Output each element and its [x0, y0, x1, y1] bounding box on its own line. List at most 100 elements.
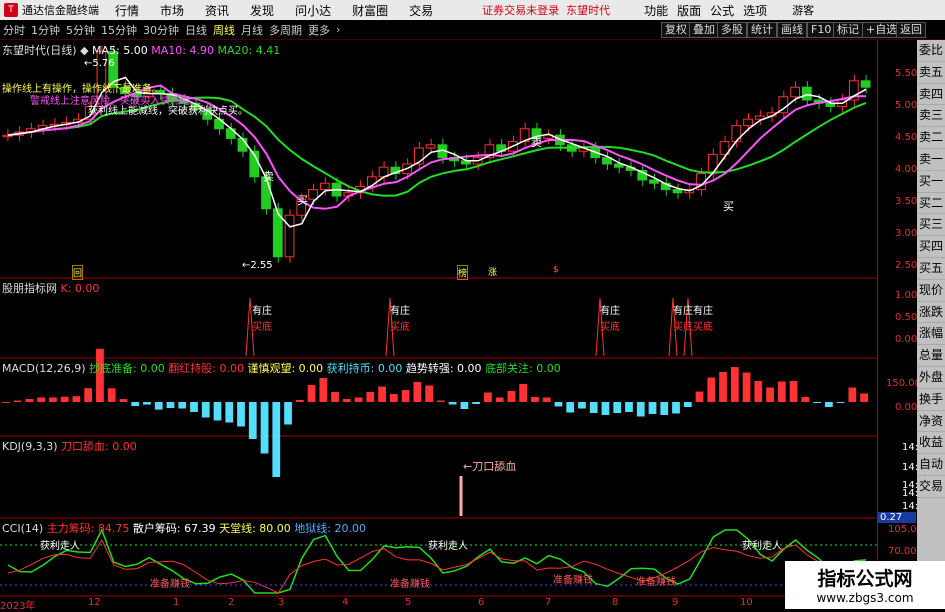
- macd-bar: [389, 394, 398, 402]
- period-tab[interactable]: 更多: [308, 22, 330, 38]
- x-tick: 2: [228, 597, 235, 608]
- menu-item[interactable]: 问小达: [295, 2, 331, 19]
- toolbar-button[interactable]: 统计: [747, 22, 777, 38]
- menu-item[interactable]: 财富圈: [352, 2, 388, 19]
- side-label[interactable]: 涨幅: [917, 323, 945, 346]
- side-label[interactable]: 总量: [917, 345, 945, 367]
- period-tab[interactable]: 月线: [241, 22, 263, 38]
- side-label[interactable]: 收益: [917, 432, 945, 455]
- period-tab[interactable]: 日线: [185, 22, 207, 38]
- sell-marker: 卖: [263, 170, 274, 183]
- login-notice[interactable]: 证券交易未登录 东望时代: [482, 2, 610, 18]
- side-label[interactable]: 买一: [917, 171, 945, 193]
- side-label[interactable]: 委比: [917, 40, 945, 62]
- macd-bar: [201, 402, 210, 418]
- macd-bar: [484, 392, 492, 402]
- menu-item[interactable]: 公式: [710, 2, 734, 19]
- side-label[interactable]: 买二: [917, 193, 945, 215]
- guest-label[interactable]: 游客: [792, 2, 814, 18]
- axis-tick: 5.00: [895, 100, 918, 111]
- macd-bar: [354, 397, 363, 402]
- macd-bar: [495, 397, 504, 402]
- macd-bar: [2, 402, 10, 403]
- main-menu: 行情 市场 资讯 发现 问小达 财富圈 交易: [115, 2, 454, 19]
- x-tick: 9: [672, 597, 679, 608]
- macd-bar: [519, 384, 528, 402]
- macd-bar: [49, 397, 57, 402]
- candle-body: [707, 153, 718, 175]
- macd-bar: [143, 402, 151, 405]
- menu-item[interactable]: 市场: [160, 2, 184, 19]
- menu-item[interactable]: 行情: [115, 2, 139, 19]
- event-badge[interactable]: 涨: [488, 265, 497, 278]
- side-label[interactable]: 卖二: [917, 127, 945, 149]
- side-label[interactable]: 现价: [917, 280, 945, 302]
- buy-marker: 买: [723, 200, 734, 213]
- axis-tick: 0.00: [895, 402, 918, 413]
- event-badge[interactable]: $: [553, 265, 559, 275]
- chart-area[interactable]: 东望时代(日线) ◆ MA5: 5.00 MA10: 4.90 MA20: 4.…: [0, 40, 877, 612]
- side-label[interactable]: 净资: [917, 411, 945, 433]
- side-label[interactable]: 卖一: [917, 149, 945, 171]
- watermark-title: 指标公式网: [817, 568, 913, 590]
- toolbar-button[interactable]: 画线: [777, 22, 807, 38]
- axis-tick: 3.00: [895, 228, 918, 239]
- macd-bar: [248, 402, 257, 439]
- axis-tick: 2.50: [895, 260, 918, 271]
- side-label[interactable]: 自动: [917, 454, 945, 476]
- macd-bar: [401, 390, 410, 402]
- macd-bar: [507, 391, 516, 402]
- menu-item[interactable]: 发现: [250, 2, 274, 19]
- side-label[interactable]: 换手: [917, 389, 945, 411]
- macd-bar: [331, 392, 339, 402]
- side-label[interactable]: 交易: [917, 476, 945, 498]
- period-tab[interactable]: 30分钟: [143, 22, 179, 38]
- toolbar-button[interactable]: 返回: [896, 22, 926, 38]
- menu-item[interactable]: 资讯: [205, 2, 229, 19]
- macd-bar: [542, 397, 551, 402]
- menu-item[interactable]: 功能: [644, 2, 668, 19]
- period-tab-active[interactable]: 周线: [213, 22, 235, 38]
- menu-item[interactable]: 版面: [677, 2, 701, 19]
- toolbar-button[interactable]: 标记: [833, 22, 863, 38]
- side-label[interactable]: 涨跌: [917, 302, 945, 324]
- event-badge[interactable]: 榜: [457, 265, 469, 280]
- period-tab[interactable]: 多周期: [269, 22, 302, 38]
- menu-item[interactable]: 选项: [743, 2, 767, 19]
- toolbar-button[interactable]: F10: [807, 22, 836, 38]
- macd-bar: [413, 382, 422, 402]
- period-tab[interactable]: 分时: [3, 22, 25, 38]
- buy-marker: 买: [297, 194, 308, 207]
- macd-bar: [730, 367, 739, 402]
- x-tick: 4: [342, 597, 349, 608]
- candle-body: [649, 179, 659, 184]
- axis-tick: 5.50: [895, 68, 918, 79]
- side-label[interactable]: 外盘: [917, 367, 945, 389]
- side-label[interactable]: 卖三: [917, 105, 945, 128]
- macd-bar: [284, 402, 292, 425]
- side-label[interactable]: 卖五: [917, 62, 945, 84]
- period-tab[interactable]: 15分钟: [101, 22, 137, 38]
- event-badge[interactable]: 回: [72, 265, 84, 280]
- macd-bar: [742, 372, 751, 402]
- side-label[interactable]: 买三: [917, 214, 945, 237]
- side-label[interactable]: 买四: [917, 236, 945, 258]
- macd-panel-title: MACD(12,26,9) 抄底准备: 0.00 翻红持股: 0.00 谨慎观望…: [2, 362, 561, 375]
- x-tick: 1: [173, 597, 180, 608]
- side-label[interactable]: 买五: [917, 258, 945, 280]
- chevron-right-icon[interactable]: ›: [336, 23, 340, 36]
- macd-bar: [319, 378, 328, 402]
- period-tab[interactable]: 5分钟: [66, 22, 95, 38]
- cci-label: 准备赚钱: [150, 579, 190, 590]
- macd-bar: [60, 396, 69, 402]
- macd-bar: [295, 400, 304, 402]
- menu-item[interactable]: 交易: [409, 2, 433, 19]
- toolbar-button[interactable]: 多股: [717, 22, 747, 38]
- cci-label: 获利走人: [40, 541, 80, 552]
- period-tab[interactable]: 1分钟: [31, 22, 60, 38]
- candle-body: [672, 189, 683, 194]
- toolbar-button[interactable]: 叠加: [689, 22, 719, 38]
- side-label[interactable]: 卖四: [917, 84, 945, 106]
- toolbar-button[interactable]: 复权: [661, 22, 691, 38]
- macd-bar: [13, 400, 22, 402]
